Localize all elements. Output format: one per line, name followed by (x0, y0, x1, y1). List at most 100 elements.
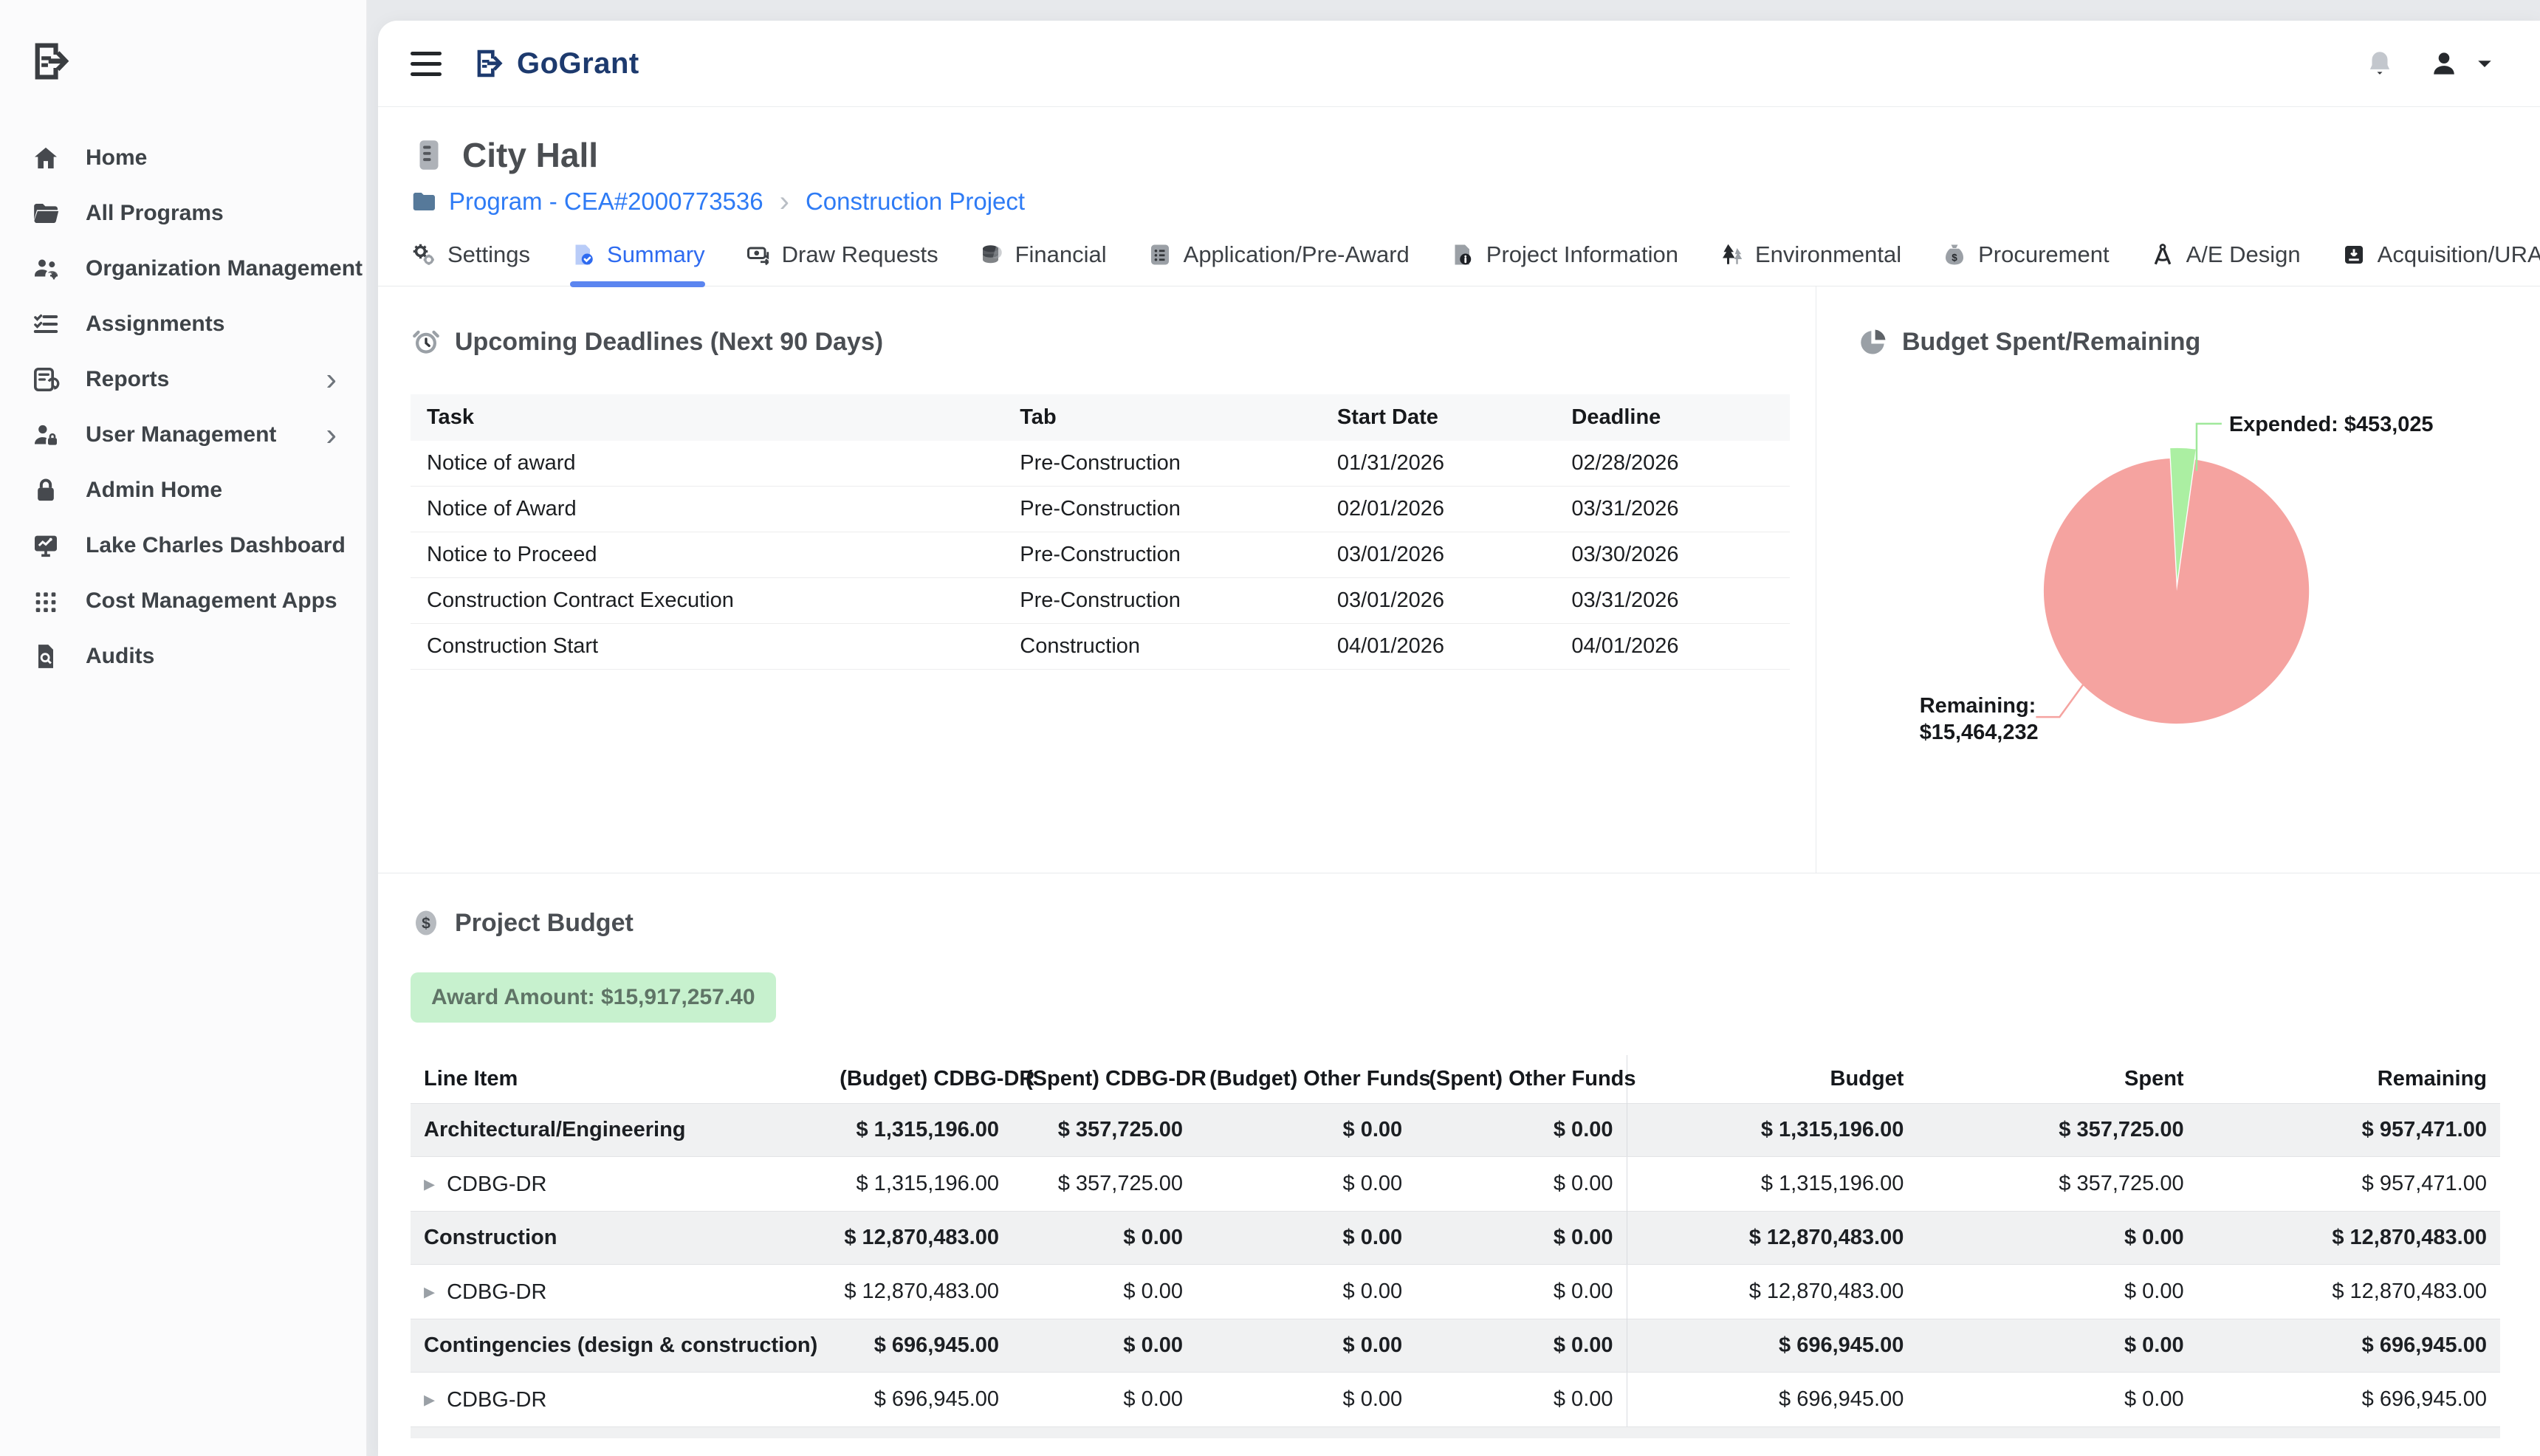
cell-start: 01/31/2026 (1321, 441, 1556, 487)
page-title: City Hall (462, 135, 598, 175)
expand-chevron-icon[interactable]: ▸ (424, 1387, 435, 1412)
cell-task: Notice of award (411, 441, 1003, 487)
sidebar-item-user-management[interactable]: User Management › (0, 407, 366, 462)
budget-child-row[interactable]: ▸CDBG-DR $ 1,315,196.00 $ 357,725.00 $ 0… (411, 1157, 2500, 1212)
tab-project-information[interactable]: Project Information (1449, 241, 1678, 286)
deadline-row[interactable]: Notice of award Pre-Construction 01/31/2… (411, 441, 1790, 487)
cell-line-item: Construction (411, 1212, 826, 1265)
folder-icon (30, 197, 62, 230)
topbar: GoGrant (378, 21, 2540, 107)
tab-settings[interactable]: Settings (411, 241, 530, 286)
app-logo[interactable]: GoGrant (471, 47, 639, 80)
sidebar-item-lake-charles-dashboard[interactable]: Lake Charles Dashboard (0, 518, 366, 573)
column-header-spent: Spent (1917, 1055, 2197, 1104)
sidebar-item-admin-home[interactable]: Admin Home (0, 462, 366, 518)
budget-pie-chart: Expended: $453,025 Remaining: $15,464,23… (1816, 286, 2540, 873)
dashboard-icon (30, 529, 62, 562)
tab-bar: Settings Summary Draw Requests Financial… (378, 216, 2540, 286)
tab-summary[interactable]: Summary (570, 241, 705, 286)
tab-procurement[interactable]: $ Procurement (1941, 241, 2109, 286)
cell-tab: Pre-Construction (1003, 532, 1321, 578)
sidebar-item-label: Lake Charles Dashboard (86, 533, 346, 558)
sidebar-item-label: Home (86, 145, 147, 171)
user-menu[interactable] (2428, 47, 2496, 80)
sidebar: Home All Programs Organization Managemen… (0, 0, 367, 1456)
tab-financial[interactable]: Financial (978, 241, 1107, 286)
upcoming-deadlines-panel: Upcoming Deadlines (Next 90 Days) Task T… (378, 286, 1816, 873)
tab-label: Settings (447, 241, 530, 268)
cell-start: 03/01/2026 (1321, 578, 1556, 624)
project-budget-section: $ Project Budget Award Amount: $15,917,2… (378, 873, 2540, 1438)
sidebar-nav: Home All Programs Organization Managemen… (0, 130, 366, 684)
sidebar-item-reports[interactable]: Reports › (0, 351, 366, 407)
tab-acquisition-ura[interactable]: Acquisition/URA (2341, 241, 2540, 286)
sidebar-item-label: Organization Management (86, 256, 363, 281)
cell-task: Construction Contract Execution (411, 578, 1003, 624)
sidebar-item-cost-management-apps[interactable]: Cost Management Apps (0, 573, 366, 628)
sidebar-item-label: Audits (86, 644, 154, 669)
dollar-circle-icon: $ (411, 907, 442, 938)
sidebar-item-home[interactable]: Home (0, 130, 366, 185)
clipboard-list-icon (1147, 241, 1173, 268)
chevron-down-icon (2474, 52, 2496, 75)
cell-line-item: ▸CDBG-DR (411, 1265, 826, 1319)
sidebar-item-assignments[interactable]: Assignments (0, 296, 366, 351)
sidebar-item-label: All Programs (86, 201, 224, 226)
trees-icon (1718, 241, 1745, 268)
doc-info-icon (1449, 241, 1476, 268)
hamburger-menu-button[interactable] (411, 52, 442, 76)
cell-line-item: Architectural/Engineering (411, 1104, 826, 1157)
column-header-budget-other: (Budget) Other Funds (1196, 1055, 1415, 1104)
tab-label: Financial (1015, 241, 1107, 268)
tab-ae-design[interactable]: A/E Design (2149, 241, 2301, 286)
deadline-row[interactable]: Notice to Proceed Pre-Construction 03/01… (411, 532, 1790, 578)
column-header-budget: Budget (1627, 1055, 1917, 1104)
main-content: GoGrant Ci (378, 21, 2540, 1456)
column-header-line-item: Line Item (411, 1055, 826, 1104)
budget-group-row: Construction $ 12,870,483.00 $ 0.00 $ 0.… (411, 1212, 2500, 1265)
pie-label-remaining-1: Remaining: (1920, 694, 2036, 718)
topbar-actions (2364, 47, 2496, 80)
audit-doc-icon (30, 640, 62, 673)
sidebar-item-label: User Management (86, 422, 276, 447)
expand-chevron-icon[interactable]: ▸ (424, 1280, 435, 1304)
sidebar-item-organization-management[interactable]: Organization Management (0, 241, 366, 296)
drafting-compass-icon (2149, 241, 2176, 268)
box-download-icon (2341, 241, 2367, 268)
budget-child-row[interactable]: ▸CDBG-DR $ 696,945.00 $ 0.00 $ 0.00 $ 0.… (411, 1373, 2500, 1427)
folder-icon (411, 188, 437, 215)
tab-label: Draw Requests (782, 241, 938, 268)
cell-task: Notice of Award (411, 487, 1003, 532)
sidebar-item-all-programs[interactable]: All Programs (0, 185, 366, 241)
chevron-right-icon: › (326, 419, 337, 451)
deadlines-table: Task Tab Start Date Deadline Notice of a… (411, 394, 1790, 670)
section-title: Upcoming Deadlines (Next 90 Days) (455, 328, 883, 357)
sidebar-item-label: Assignments (86, 312, 224, 337)
column-header-spent-other: (Spent) Other Funds (1415, 1055, 1627, 1104)
app-logo-collapsed[interactable] (0, 0, 366, 84)
tab-environmental[interactable]: Environmental (1718, 241, 1901, 286)
breadcrumb-current-link[interactable]: Construction Project (806, 188, 1025, 216)
budget-child-row[interactable]: ▸CDBG-DR $ 12,870,483.00 $ 0.00 $ 0.00 $… (411, 1265, 2500, 1319)
deadline-row[interactable]: Construction Contract Execution Pre-Cons… (411, 578, 1790, 624)
budget-group-row-partial (411, 1426, 2500, 1438)
section-title: Project Budget (455, 909, 634, 938)
expand-chevron-icon[interactable]: ▸ (424, 1172, 435, 1196)
money-transfer-icon (745, 241, 772, 268)
breadcrumb-program-link[interactable]: Program - CEA#2000773536 (449, 188, 763, 216)
breadcrumb: Program - CEA#2000773536 › Construction … (411, 187, 2508, 216)
summary-widgets: Upcoming Deadlines (Next 90 Days) Task T… (378, 286, 2540, 873)
tab-draw-requests[interactable]: Draw Requests (745, 241, 938, 286)
cell-deadline: 03/31/2026 (1555, 578, 1790, 624)
breadcrumb-separator-icon: › (775, 187, 794, 216)
deadline-row[interactable]: Notice of Award Pre-Construction 02/01/2… (411, 487, 1790, 532)
sidebar-item-label: Cost Management Apps (86, 588, 337, 614)
cell-tab: Pre-Construction (1003, 441, 1321, 487)
cell-start: 03/01/2026 (1321, 532, 1556, 578)
tab-application-pre-award[interactable]: Application/Pre-Award (1147, 241, 1410, 286)
sidebar-item-audits[interactable]: Audits (0, 628, 366, 684)
notification-bell-icon[interactable] (2364, 48, 2395, 79)
column-header-start-date: Start Date (1321, 394, 1556, 441)
deadline-row[interactable]: Construction Start Construction 04/01/20… (411, 624, 1790, 670)
tab-label: Environmental (1755, 241, 1901, 268)
